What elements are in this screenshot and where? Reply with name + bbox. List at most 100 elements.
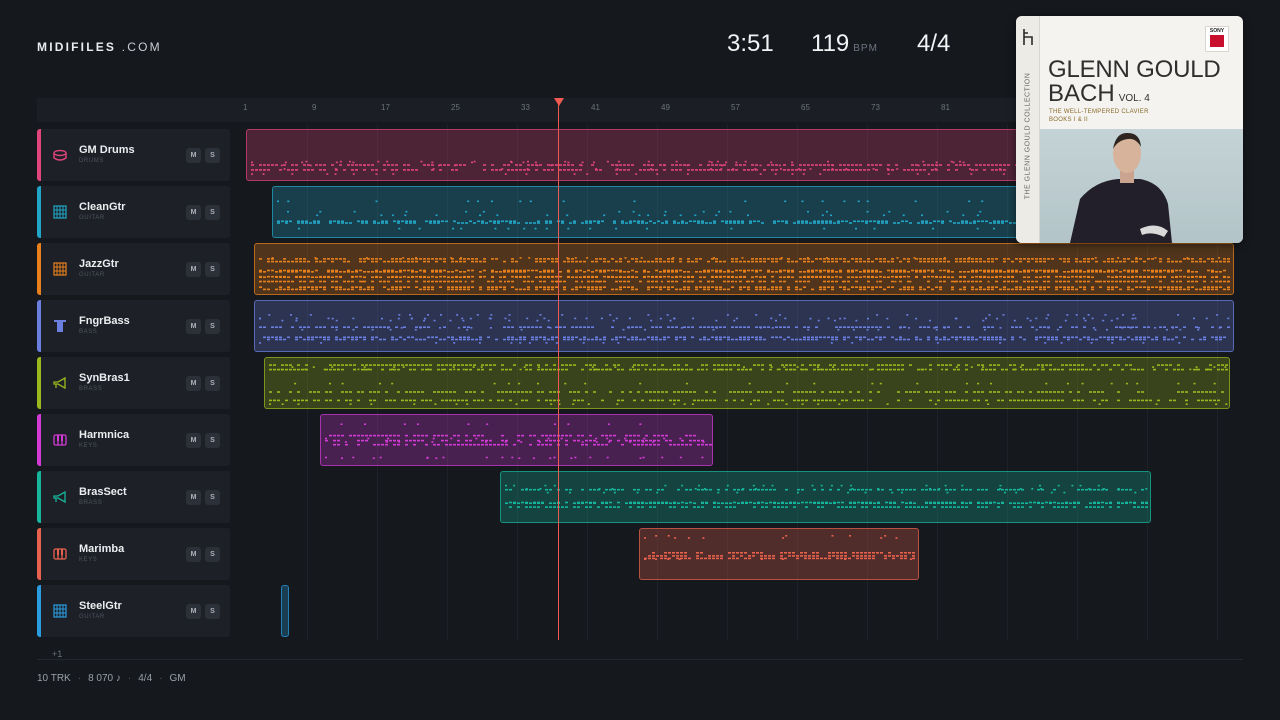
ruler-mark: 65 [801, 103, 810, 112]
mute-button[interactable]: M [186, 490, 201, 505]
midi-clip[interactable] [281, 585, 289, 637]
ruler-mark: 49 [661, 103, 670, 112]
bpm-unit: BPM [853, 43, 878, 54]
track-name: JazzGtr [79, 258, 119, 270]
chair-icon [1023, 29, 1033, 45]
midi-clip[interactable] [320, 414, 713, 466]
track-category: BASS [79, 329, 98, 335]
mute-button[interactable]: M [186, 262, 201, 277]
drum-icon [53, 148, 67, 162]
ruler-mark: 17 [381, 103, 390, 112]
playhead-handle[interactable] [554, 98, 564, 106]
track-name: Harmnica [79, 429, 130, 441]
solo-button[interactable]: S [205, 376, 220, 391]
horn-icon [53, 376, 67, 390]
album-subtitle-books: BOOKS I & II [1049, 117, 1088, 123]
bpm-value: 119 [811, 30, 850, 57]
midi-clip[interactable] [264, 357, 1230, 409]
ruler-mark: 73 [871, 103, 880, 112]
clip-notes [269, 364, 1228, 405]
track-category: DRUMS [79, 158, 104, 164]
track-name: SynBras1 [79, 372, 130, 384]
album-title: BACH VOL. 4 [1048, 80, 1150, 108]
track-header[interactable]: CleanGtr GUITAR M S [37, 186, 230, 238]
mute-button[interactable]: M [186, 205, 201, 220]
track-name: FngrBass [79, 315, 130, 327]
solo-button[interactable]: S [205, 490, 220, 505]
sony-label: SONY [1209, 28, 1225, 34]
midi-clip[interactable] [639, 528, 919, 580]
track-header[interactable]: FngrBass BASS M S [37, 300, 230, 352]
track-header[interactable]: SynBras1 BRASS M S [37, 357, 230, 409]
track-color-stripe [37, 186, 41, 238]
brand-name: MIDIFILES [37, 40, 117, 54]
ruler-mark: 1 [243, 103, 248, 112]
mute-button[interactable]: M [186, 604, 201, 619]
track-header[interactable]: JazzGtr GUITAR M S [37, 243, 230, 295]
portrait-image [1070, 132, 1172, 243]
separator: · [159, 673, 163, 684]
track-color-stripe [37, 243, 41, 295]
ruler-mark: 33 [521, 103, 530, 112]
track-header[interactable]: Harmnica KEYS M S [37, 414, 230, 466]
ruler-mark: 57 [731, 103, 740, 112]
track-category: GUITAR [79, 614, 105, 620]
solo-button[interactable]: S [205, 433, 220, 448]
solo-button[interactable]: S [205, 205, 220, 220]
track-header[interactable]: SteelGtr GUITAR M S [37, 585, 230, 637]
clip-notes [644, 535, 915, 560]
album-volume: VOL. 4 [1118, 93, 1150, 104]
album-title-text: BACH [1048, 80, 1115, 107]
midi-standard: GM [169, 673, 186, 684]
track-category: GUITAR [79, 215, 105, 221]
midi-clip[interactable] [254, 243, 1234, 295]
mute-button[interactable]: M [186, 148, 201, 163]
album-cover: THE GLENN GOULD COLLECTION SONY GLENN GO… [1016, 16, 1243, 243]
guitar-icon [53, 604, 67, 618]
clip-notes [259, 314, 1230, 344]
track-category: GUITAR [79, 272, 105, 278]
album-photo [1040, 129, 1243, 243]
album-subtitle: THE WELL-TEMPERED CLAVIER [1049, 109, 1149, 115]
track-name: BrasSect [79, 486, 127, 498]
ruler-mark: 25 [451, 103, 460, 112]
clip-notes [505, 484, 1148, 508]
clip-notes [325, 423, 712, 459]
playhead[interactable] [558, 100, 559, 640]
clip-notes [282, 586, 289, 637]
bass-icon [53, 319, 67, 333]
track-category: KEYS [79, 557, 98, 563]
track-color-stripe [37, 471, 41, 523]
footer-divider [37, 659, 1243, 660]
track-name: SteelGtr [79, 600, 122, 612]
solo-button[interactable]: S [205, 319, 220, 334]
track-name: CleanGtr [79, 201, 126, 213]
mute-button[interactable]: M [186, 319, 201, 334]
ruler-mark: 81 [941, 103, 950, 112]
guitar-icon [53, 205, 67, 219]
sony-logo: SONY [1205, 26, 1229, 52]
mute-button[interactable]: M [186, 547, 201, 562]
midi-clip[interactable] [500, 471, 1151, 523]
classical-flag-icon [1210, 35, 1224, 47]
more-tracks-indicator[interactable]: +1 [52, 649, 62, 659]
footer-time-signature: 4/4 [138, 673, 153, 684]
clip-notes [259, 257, 1230, 291]
tempo-display: 119 BPM [811, 30, 878, 58]
mute-button[interactable]: M [186, 433, 201, 448]
solo-button[interactable]: S [205, 148, 220, 163]
solo-button[interactable]: S [205, 262, 220, 277]
ruler-mark: 9 [312, 103, 317, 112]
midi-clip[interactable] [254, 300, 1234, 352]
mute-button[interactable]: M [186, 376, 201, 391]
album-spine-text: THE GLENN GOULD COLLECTION [1024, 72, 1032, 200]
track-header[interactable]: BrasSect BRASS M S [37, 471, 230, 523]
track-header[interactable]: Marimba KEYS M S [37, 528, 230, 580]
brand-logo[interactable]: MIDIFILES .COM [37, 40, 162, 54]
song-info-bar: 10 TRK · 8 070 ♪ · 4/4 · GM [37, 673, 186, 684]
horn-icon [53, 490, 67, 504]
solo-button[interactable]: S [205, 604, 220, 619]
track-header[interactable]: GM Drums DRUMS M S [37, 129, 230, 181]
song-time: 3:51 [727, 30, 774, 57]
solo-button[interactable]: S [205, 547, 220, 562]
